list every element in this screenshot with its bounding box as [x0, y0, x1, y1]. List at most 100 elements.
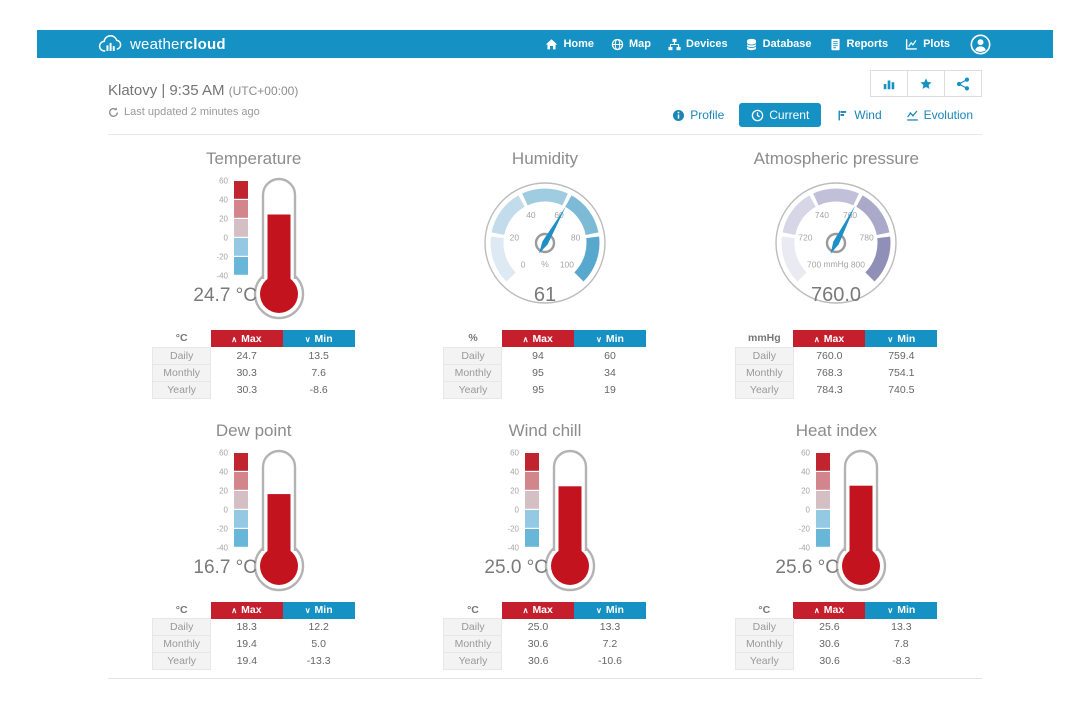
panel-title: Humidity — [511, 149, 579, 168]
svg-text:-40: -40 — [507, 543, 519, 552]
table-row: Monthly 30.6 7.8 — [734, 635, 937, 653]
nav-item-plots[interactable]: Plots — [905, 38, 950, 51]
svg-text:40: 40 — [219, 467, 228, 476]
last-updated: Last updated 2 minutes ago — [108, 106, 298, 118]
row-label: Daily — [734, 346, 794, 365]
tab-current[interactable]: Current — [739, 103, 822, 127]
nav-item-reports[interactable]: Reports — [829, 38, 889, 51]
nav-item-map[interactable]: Map — [611, 38, 651, 51]
brand-logo[interactable]: weathercloud — [97, 34, 226, 54]
row-label: Monthly — [734, 363, 794, 382]
table-row: Monthly 19.4 5.0 — [152, 635, 355, 653]
thermometer-gauge: 60 40 20 0 -20 -40 16.7 °C — [193, 448, 304, 591]
nav-item-database[interactable]: Database — [745, 38, 812, 51]
tab-evolution[interactable]: Evolution — [897, 103, 982, 127]
gauge-panel-dew-point: Dew point 60 40 20 0 -20 -40 16.7 °C °C ∧ Max ∨ Min D… — [108, 421, 399, 670]
caret-down-icon: ∨ — [304, 334, 311, 344]
caret-up-icon: ∧ — [522, 334, 529, 344]
radial-gauge: 02040 6080100%61 — [484, 182, 606, 306]
max-value: 30.3 — [236, 383, 258, 396]
plots-icon — [906, 38, 917, 50]
max-value: 760.0 — [816, 349, 843, 362]
header-divider — [108, 134, 982, 135]
info-icon — [673, 109, 685, 121]
gauge-panel-heat-index: Heat index 60 40 20 0 -20 -40 25.6 °C °C ∧ Max ∨ Min… — [691, 421, 982, 670]
table-max-header: ∧ Max — [793, 330, 866, 347]
caret-down-icon: ∨ — [596, 606, 602, 615]
table-row: Yearly 30.6 -10.6 — [443, 652, 646, 670]
reports-icon — [830, 38, 840, 50]
stats-button[interactable] — [870, 70, 908, 97]
max-value: 19.4 — [236, 655, 258, 667]
share-button[interactable] — [944, 70, 982, 97]
svg-text:740: 740 — [815, 210, 829, 220]
table-row: Daily 25.6 13.3 — [734, 618, 937, 636]
max-value: 25.0 — [527, 621, 549, 633]
table-row: Yearly 30.6 -8.3 — [734, 652, 937, 670]
tab-label: Evolution — [923, 108, 973, 122]
table-max-header: ∧ Max — [210, 601, 283, 619]
svg-text:80: 80 — [571, 233, 581, 243]
max-value: 94 — [532, 349, 544, 362]
svg-text:40: 40 — [219, 196, 228, 205]
svg-text:-20: -20 — [216, 253, 228, 262]
user-avatar[interactable] — [970, 34, 991, 55]
nav-item-home[interactable]: Home — [545, 38, 594, 51]
tab-profile[interactable]: Profile — [663, 103, 733, 127]
table-min-header: ∨ Min — [865, 330, 938, 347]
svg-text:720: 720 — [799, 233, 813, 243]
favorite-button[interactable] — [907, 70, 945, 97]
nav-item-label: Reports — [846, 38, 889, 50]
svg-text:0: 0 — [806, 505, 811, 514]
stats-table: °C ∧ Max ∨ Min Daily 25.6 13.3 Monthly 30.6 7.8 Yea… — [734, 601, 938, 670]
max-value: 30.6 — [527, 638, 549, 650]
max-value: 768.3 — [816, 366, 843, 379]
min-value: 7.2 — [602, 638, 618, 650]
row-label: Yearly — [152, 380, 212, 399]
tab-label: Current — [769, 108, 810, 122]
map-icon — [611, 38, 624, 50]
caret-up-icon: ∧ — [231, 606, 238, 615]
svg-text:20: 20 — [510, 486, 519, 495]
nav-item-label: Home — [563, 38, 595, 50]
svg-text:40: 40 — [526, 210, 536, 220]
row-label: Monthly — [734, 635, 794, 653]
svg-text:60: 60 — [801, 448, 810, 457]
row-label: Daily — [443, 346, 503, 365]
table-row: Daily 25.0 13.3 — [443, 618, 646, 636]
stats-table: mmHg ∧ Max ∨ Min Daily 760.0 759.4 Monthly 768.3 7… — [734, 330, 938, 399]
star-icon — [920, 77, 932, 89]
thermometer-gauge: 60 40 20 0 -20 -40 25.6 °C — [776, 448, 887, 591]
table-row: Monthly 95 34 — [443, 363, 646, 382]
min-value: 12.2 — [308, 621, 329, 633]
gauge-panel-atmospheric-pressure: Atmospheric pressure700720740760780800mm… — [691, 149, 982, 399]
header-actions: Profile Current Wind Evolution — [663, 70, 982, 127]
min-value: -13.3 — [306, 655, 331, 667]
svg-text:40: 40 — [510, 467, 519, 476]
row-label: Monthly — [443, 363, 503, 382]
nav-item-label: Map — [629, 38, 652, 50]
table-max-header: ∧ Max — [793, 601, 866, 619]
gauge-panel-temperature: Temperature 60 40 20 0 -20 -40 24.7 °C °C ∧ Max ∨ Mi… — [108, 149, 399, 399]
nav-item-devices[interactable]: Devices — [668, 38, 728, 51]
table-row: Daily 760.0 759.4 — [734, 346, 937, 365]
max-value: 24.7 — [236, 349, 257, 362]
tab-wind[interactable]: Wind — [827, 103, 890, 127]
svg-text:0: 0 — [521, 259, 526, 269]
caret-down-icon: ∨ — [887, 334, 894, 344]
header-row: Klatovy | 9:35 AM (UTC+00:00) Last updat… — [108, 58, 982, 127]
utc-offset: (UTC+00:00) — [228, 84, 299, 98]
svg-text:-20: -20 — [216, 524, 228, 533]
table-row: Yearly 30.3 -8.6 — [152, 380, 355, 399]
svg-text:%: % — [541, 259, 549, 269]
max-value: 18.3 — [236, 621, 257, 633]
svg-text:mmHg: mmHg — [824, 259, 849, 269]
min-value: 13.3 — [891, 621, 912, 633]
view-tabs: Profile Current Wind Evolution — [663, 103, 982, 127]
min-value: 7.8 — [894, 638, 909, 650]
gauge-value: 24.7 °C — [193, 285, 257, 306]
svg-text:0: 0 — [515, 505, 520, 514]
refresh-icon[interactable] — [108, 106, 119, 118]
min-value: 740.5 — [888, 383, 915, 396]
panel-title: Temperature — [205, 149, 302, 168]
